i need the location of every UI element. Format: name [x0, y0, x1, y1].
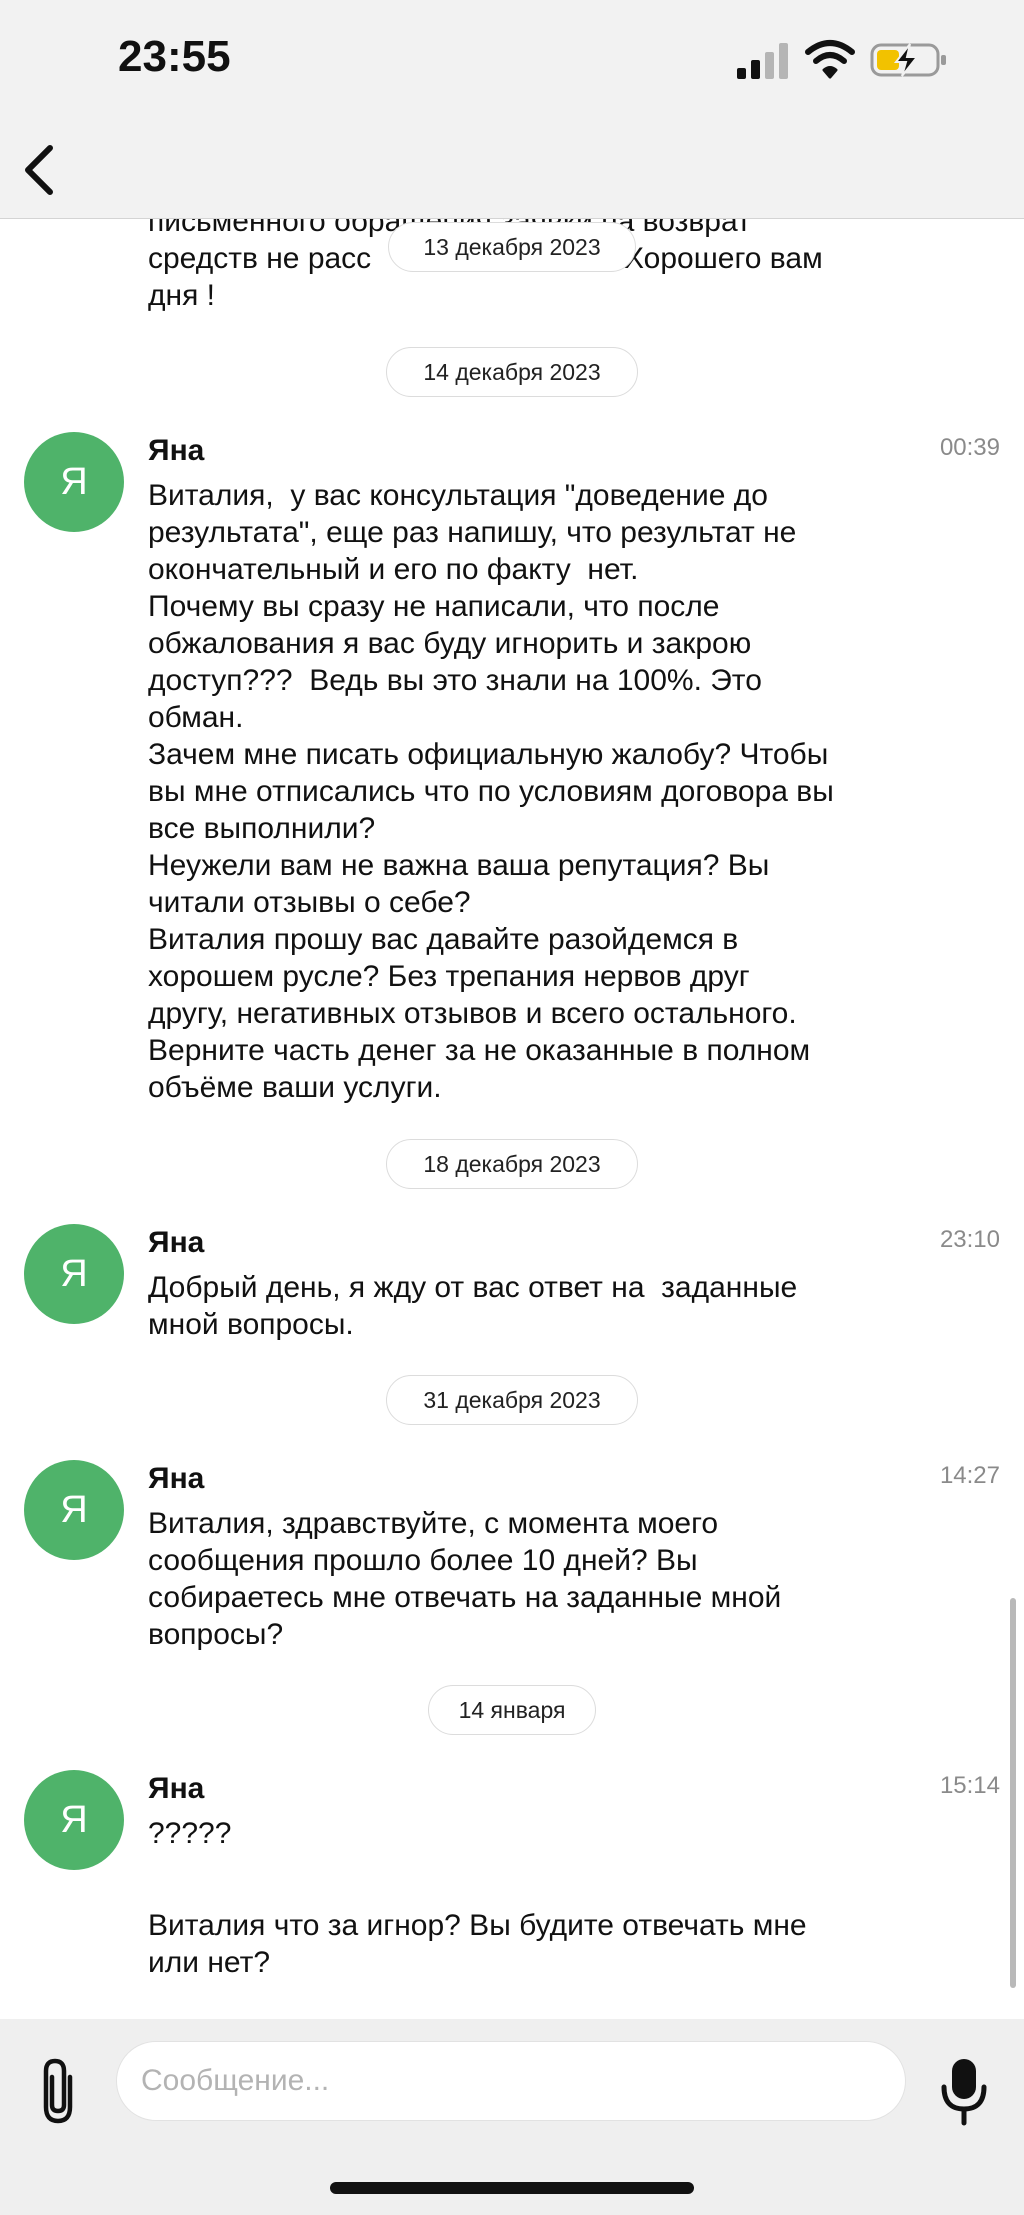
- avatar[interactable]: Я: [24, 1224, 124, 1324]
- sender-name: Яна: [148, 1462, 205, 1495]
- message-time: 14:27: [939, 1462, 1000, 1489]
- avatar[interactable]: Я: [24, 432, 124, 532]
- status-bar: 23:55: [0, 0, 1024, 120]
- microphone-icon[interactable]: [940, 2055, 988, 2127]
- message-time: 23:10: [939, 1226, 1000, 1253]
- chat-area[interactable]: письменного обращения заявки на возврат …: [0, 219, 1024, 2019]
- sender-name: Яна: [148, 1226, 205, 1259]
- partial-message-line2-end: Хорошего вам: [624, 242, 823, 275]
- message-text: Виталия что за игнор? Вы будите отвечать…: [148, 1909, 807, 1979]
- message-text: Виталия, здравствуйте, с момента моего с…: [148, 1507, 782, 1651]
- avatar[interactable]: Я: [24, 1460, 124, 1560]
- wifi-icon: [805, 40, 855, 79]
- sticky-date-pill: 13 декабря 2023: [388, 222, 636, 272]
- battery-charging-icon: [870, 43, 946, 77]
- message-time: 15:14: [939, 1772, 1000, 1799]
- paperclip-icon[interactable]: [36, 2055, 84, 2127]
- message-time: 00:39: [939, 434, 1000, 461]
- status-time: 23:55: [118, 32, 231, 81]
- signal-icon: [737, 43, 788, 79]
- chat-scrollbar[interactable]: [1010, 1598, 1016, 1988]
- date-pill: 14 декабря 2023: [386, 347, 638, 397]
- nav-bar: [0, 120, 1024, 219]
- sender-name: Яна: [148, 1772, 205, 1805]
- home-indicator: [330, 2182, 694, 2194]
- date-pill: 14 января: [428, 1685, 596, 1735]
- message-text: Виталия, у вас консультация "доведение д…: [148, 479, 834, 1104]
- message-text: Добрый день, я жду от вас ответ на задан…: [148, 1271, 798, 1341]
- date-pill: 18 декабря 2023: [386, 1139, 638, 1189]
- message-text: ?????: [148, 1817, 232, 1850]
- partial-message-line3: дня !: [148, 279, 215, 312]
- message-input[interactable]: [116, 2041, 906, 2121]
- sender-name: Яна: [148, 434, 205, 467]
- back-icon[interactable]: [14, 138, 74, 202]
- avatar[interactable]: Я: [24, 1770, 124, 1870]
- date-pill: 31 декабря 2023: [386, 1375, 638, 1425]
